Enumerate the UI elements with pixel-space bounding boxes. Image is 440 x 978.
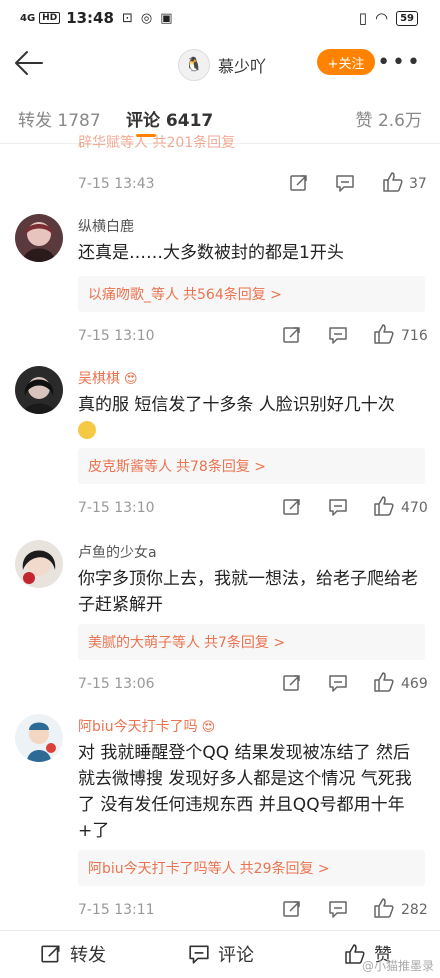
- hd-indicator: HD: [39, 12, 61, 24]
- vibrate-icon: ▯: [358, 9, 367, 27]
- reply-summary[interactable]: 阿biu今天打卡了吗等人 共29条回复 >: [78, 850, 425, 886]
- avatar[interactable]: [15, 540, 63, 588]
- clock: 13:48: [66, 9, 114, 27]
- clipped-reply-summary[interactable]: 辟华赋等人 共201条回复: [78, 130, 418, 148]
- comment-text: 对 我就睡醒登个QQ 结果发现被冻结了 然后就去微博搜 发现好多人都是这个情况 …: [78, 743, 412, 841]
- reply-names: 以痛吻歌_等人: [88, 287, 179, 303]
- more-options-icon[interactable]: •••: [377, 50, 422, 75]
- like-count: 716: [401, 328, 428, 344]
- like-action-icon[interactable]: [373, 897, 395, 919]
- comment-text: 真的服 短信发了十多条 人脸识别好几十次: [78, 392, 423, 444]
- comment-text: 还真是……大多数被封的都是1开头: [78, 243, 344, 263]
- author-avatar[interactable]: 🐧: [178, 49, 210, 81]
- status-bar: 4G HD 13:48 ⊡ ◎ ▣ ▯ ◠ 59: [0, 0, 440, 36]
- avatar[interactable]: [15, 366, 63, 414]
- comment-time: 7-15 13:10: [78, 500, 155, 516]
- comment-action-icon[interactable]: [328, 899, 348, 919]
- back-arrow-icon: [15, 51, 43, 75]
- repost-label: 转发: [70, 945, 106, 966]
- smile-emoji-icon: [78, 421, 96, 439]
- vip-crown-icon: 😍: [201, 720, 216, 735]
- avatar[interactable]: [15, 714, 63, 762]
- like-action-icon[interactable]: [373, 323, 395, 345]
- app-notification-icon: ⊡: [121, 10, 133, 26]
- bottom-action-bar: 转发 评论 赞 @小猫推墨录: [0, 930, 440, 978]
- commenter-name[interactable]: 阿biu今天打卡了吗 😍: [78, 716, 215, 736]
- reply-count: 共78条回复 >: [176, 459, 266, 475]
- back-button[interactable]: [14, 50, 44, 76]
- reply-summary[interactable]: 美腻的大萌子等人 共7条回复 >: [78, 624, 425, 660]
- author-info[interactable]: 🐧 慕少吖: [178, 49, 266, 81]
- repost-action-icon[interactable]: [289, 173, 309, 193]
- comment-time: 7-15 13:11: [78, 902, 155, 918]
- watermark: @小猫推墨录: [361, 959, 434, 973]
- comment-action-icon[interactable]: [328, 673, 348, 693]
- comment-button[interactable]: 评论: [188, 941, 254, 967]
- repost-button[interactable]: 转发: [40, 941, 106, 967]
- commenter-name[interactable]: 纵横白鹿: [78, 216, 134, 236]
- avatar[interactable]: [15, 214, 63, 262]
- reply-names: 皮克斯酱等人: [88, 459, 172, 475]
- reply-names: 阿biu今天打卡了吗等人: [88, 861, 236, 877]
- follow-button[interactable]: +关注: [317, 49, 375, 75]
- commenter-name[interactable]: 卢鱼的少女a: [78, 542, 157, 562]
- reply-summary[interactable]: 皮克斯酱等人 共78条回复 >: [78, 448, 425, 484]
- like-action-icon[interactable]: [382, 171, 404, 193]
- comment-text: 你字多顶你上去，我就一想法，给老子爬给老子赶紧解开: [78, 569, 418, 615]
- wifi-icon: ◠: [374, 9, 389, 27]
- like-action-icon[interactable]: [373, 671, 395, 693]
- comment-time: 7-15 13:43: [78, 176, 155, 192]
- like-count: 469: [401, 676, 428, 692]
- comment-label: 评论: [218, 945, 254, 966]
- like-count: 282: [401, 902, 428, 918]
- compass-icon: ◎: [140, 10, 153, 26]
- reply-names: 美腻的大萌子等人: [88, 635, 200, 651]
- repost-action-icon[interactable]: [282, 497, 302, 517]
- commenter-name[interactable]: 吴棋棋 😍: [78, 368, 138, 388]
- like-count: 37: [409, 176, 427, 192]
- comment-time: 7-15 13:06: [78, 676, 155, 692]
- repost-action-icon[interactable]: [282, 673, 302, 693]
- tab-like[interactable]: 赞 2.6万: [356, 106, 422, 131]
- battery-icon: 59: [396, 10, 418, 26]
- comment-action-icon[interactable]: [328, 325, 348, 345]
- nav-bar: 🐧 慕少吖 +关注 •••: [0, 36, 440, 90]
- photo-icon: ▣: [160, 10, 173, 26]
- author-name[interactable]: 慕少吖: [218, 53, 266, 77]
- vip-crown-icon: 😍: [124, 372, 138, 387]
- like-count: 470: [401, 500, 428, 516]
- comment-action-icon[interactable]: [328, 497, 348, 517]
- signal-indicator: 4G: [20, 12, 36, 24]
- reply-summary[interactable]: 以痛吻歌_等人 共564条回复 >: [78, 276, 425, 312]
- like-action-icon[interactable]: [373, 495, 395, 517]
- comment-action-icon[interactable]: [335, 173, 355, 193]
- repost-action-icon[interactable]: [282, 899, 302, 919]
- repost-icon: [41, 945, 60, 963]
- reply-count: 共564条回复 >: [183, 287, 282, 303]
- reply-count: 共7条回复 >: [204, 635, 286, 651]
- reply-count: 共29条回复 >: [239, 861, 330, 877]
- comment-icon: [189, 945, 209, 964]
- tab-comment[interactable]: 评论 6417: [126, 106, 213, 131]
- comment-time: 7-15 13:10: [78, 328, 155, 344]
- tab-repost[interactable]: 转发 1787: [18, 106, 101, 131]
- repost-action-icon[interactable]: [282, 325, 302, 345]
